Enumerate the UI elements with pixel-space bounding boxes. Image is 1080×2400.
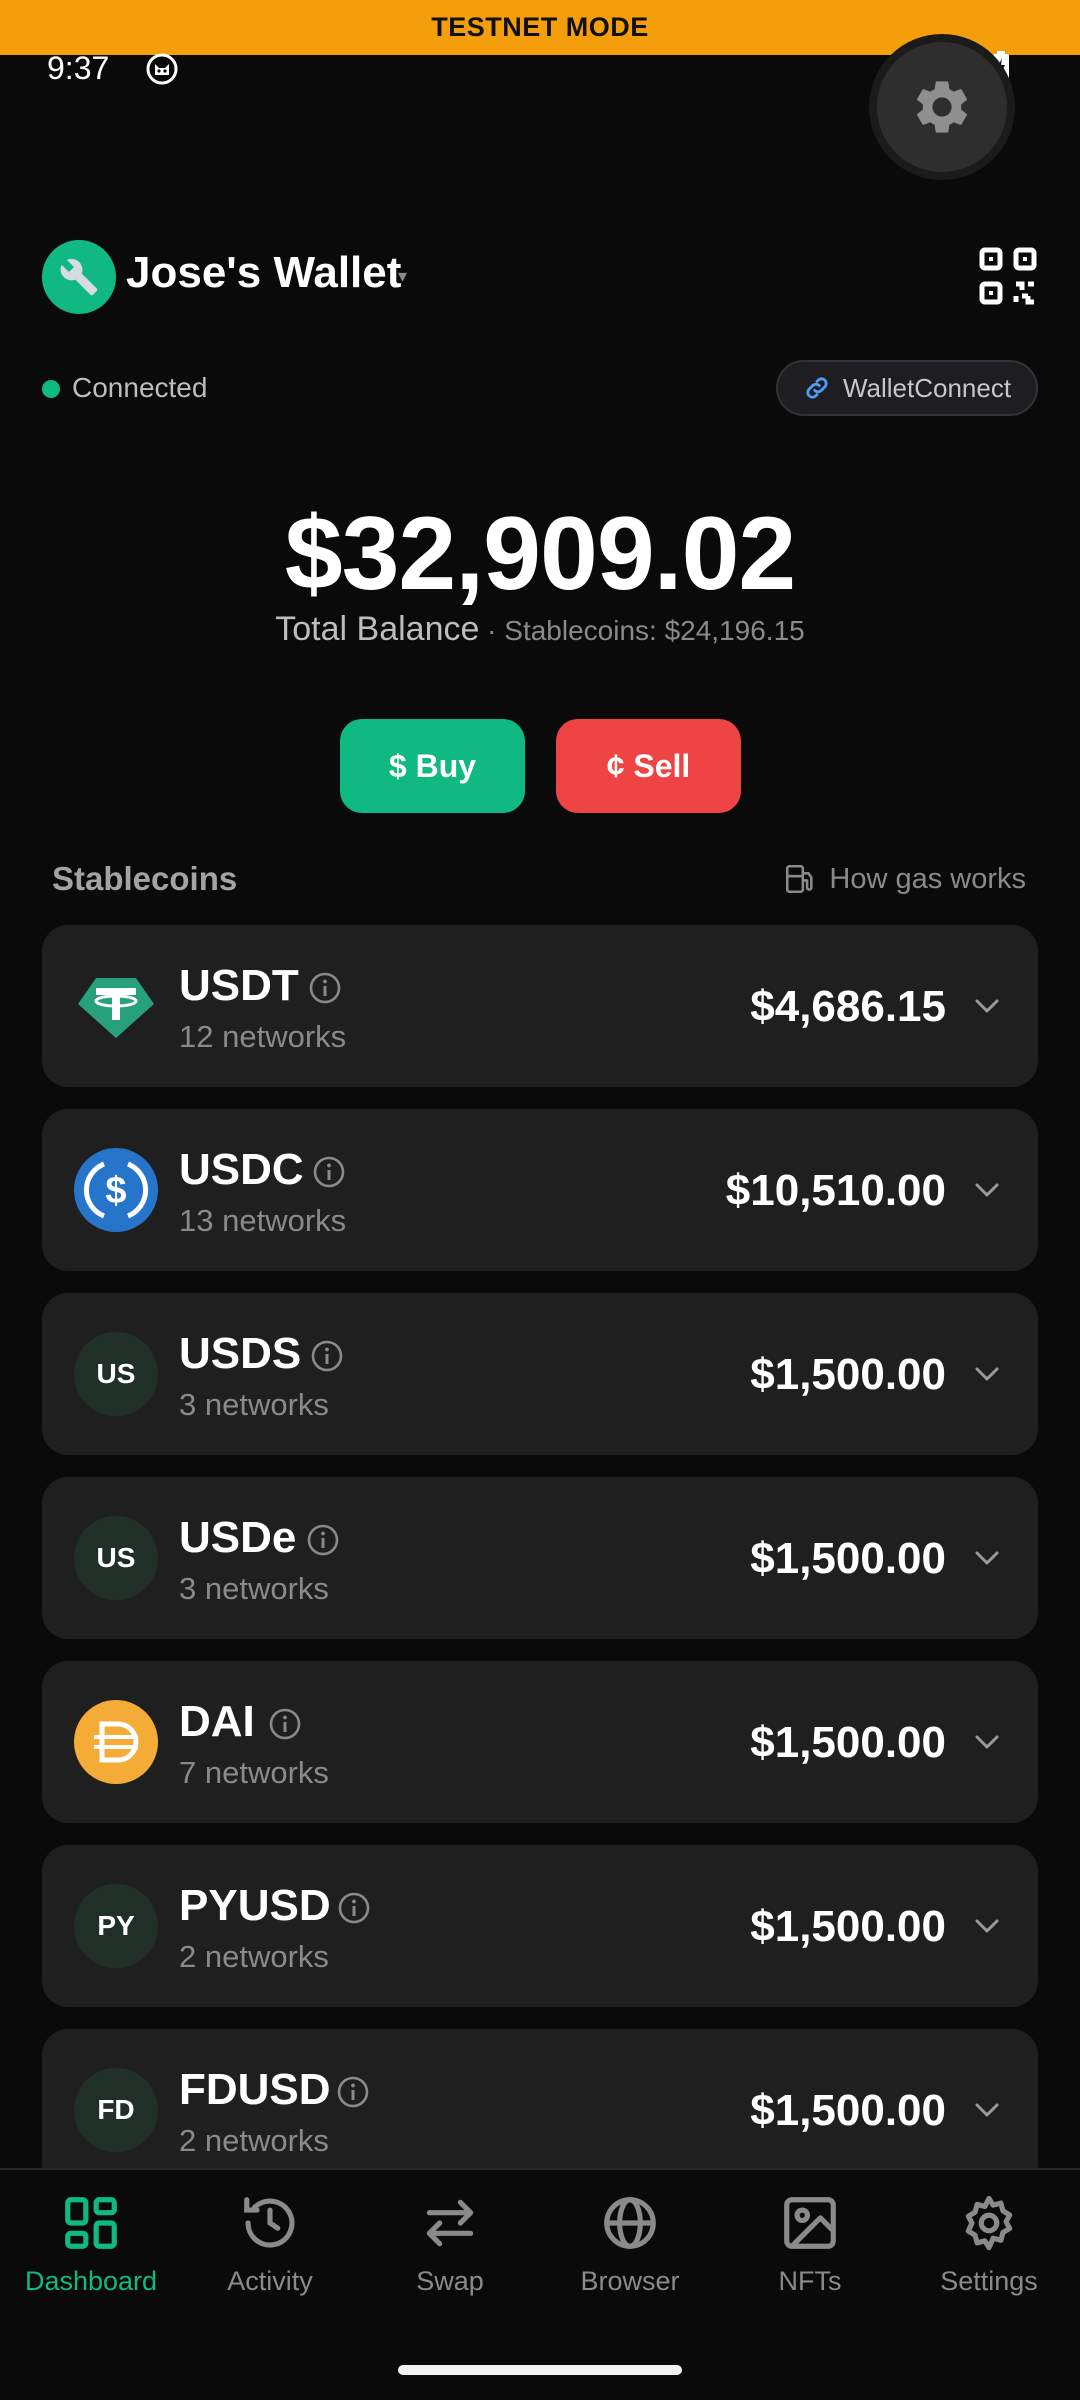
coin-card-usde[interactable]: US USDe 3 networks $1,500.00 [42,1477,1038,1639]
coin-initials-icon: US [74,1516,158,1600]
balance-subtitle: Total Balance · Stablecoins: $24,196.15 [0,610,1080,649]
tether-icon [74,964,158,1048]
bottom-tab-bar: Dashboard Activity Swap Browser NFTs Set… [0,2168,1080,2400]
coin-card-usdc[interactable]: $ USDC 13 networks $10,510.00 [42,1109,1038,1271]
chevron-down-icon[interactable] [972,1543,1002,1573]
how-gas-works-link[interactable]: How gas works [783,862,1026,896]
wallet-switcher-caret-icon[interactable]: ▾ [398,266,407,287]
info-icon[interactable] [308,971,342,1005]
chevron-down-icon[interactable] [972,1727,1002,1757]
coin-symbol: USDT [179,961,299,1010]
coin-value: $1,500.00 [750,1718,946,1767]
coin-network-count: 2 networks [179,2123,329,2158]
wrench-icon [60,258,98,296]
stablecoins-balance: · Stablecoins: $24,196.15 [479,615,805,646]
coin-network-count: 2 networks [179,1939,329,1974]
image-icon [784,2197,836,2249]
info-icon[interactable] [337,1891,371,1925]
coin-symbol: USDC [179,1145,304,1194]
coin-value: $1,500.00 [750,1350,946,1399]
coin-value: $1,500.00 [750,1902,946,1951]
coin-initials-icon: PY [74,1884,158,1968]
coin-card-pyusd[interactable]: PY PYUSD 2 networks $1,500.00 [42,1845,1038,2007]
sell-button[interactable]: ¢ Sell [556,719,741,813]
wallet-avatar[interactable] [42,240,116,314]
coin-value: $10,510.00 [725,1166,946,1215]
buy-button[interactable]: $ Buy [340,719,525,813]
walletconnect-button[interactable]: WalletConnect [776,360,1038,416]
globe-icon [604,2197,656,2249]
gas-pump-icon [786,864,813,894]
coin-network-count: 3 networks [179,1571,329,1606]
connected-status-dot [42,380,60,398]
dashboard-icon [65,2197,117,2249]
coin-symbol: USDS [179,1329,302,1378]
info-icon[interactable] [336,2075,370,2109]
swap-icon [426,2199,474,2247]
coin-symbol: PYUSD [179,1881,331,1930]
tab-label: Activity [227,2266,313,2296]
home-indicator[interactable] [398,2365,682,2375]
testnet-banner-text: TESTNET MODE [431,12,649,42]
tab-nfts[interactable]: NFTs [720,2192,900,2302]
stablecoins-section-title: Stablecoins [52,860,238,897]
coin-card-usds[interactable]: US USDS 3 networks $1,500.00 [42,1293,1038,1455]
info-icon[interactable] [268,1707,302,1741]
coin-value: $1,500.00 [750,1534,946,1583]
history-icon [244,2197,295,2248]
tab-label: NFTs [778,2266,842,2296]
coin-symbol: DAI [179,1697,255,1746]
info-icon[interactable] [306,1523,340,1557]
dai-icon [74,1700,158,1784]
coin-initials-icon: US [74,1332,158,1416]
tab-label: Browser [580,2266,680,2296]
cat-notification-icon [146,53,178,85]
coin-network-count: 7 networks [179,1755,329,1790]
svg-text:$: $ [105,1170,126,1212]
total-balance-label: Total Balance [275,610,480,648]
chevron-down-icon[interactable] [972,2095,1002,2125]
coin-initials-icon: FD [74,2068,158,2152]
coin-value: $4,686.15 [750,982,946,1031]
status-time: 9:37 [47,50,110,86]
total-balance-amount: $32,909.02 [284,496,797,612]
coin-value: $1,500.00 [750,2086,946,2135]
floating-settings-button[interactable] [877,42,1007,172]
walletconnect-label: WalletConnect [842,372,1012,403]
gear-icon [917,81,967,133]
info-icon[interactable] [312,1155,346,1189]
info-icon[interactable] [310,1339,344,1373]
tab-activity[interactable]: Activity [180,2192,360,2302]
chevron-down-icon[interactable] [972,1911,1002,1941]
qr-code-icon[interactable] [978,246,1038,306]
link-icon [806,377,828,399]
tab-dashboard[interactable]: Dashboard [1,2192,181,2302]
chevron-down-icon[interactable] [972,1359,1002,1389]
tab-settings[interactable]: Settings [899,2192,1079,2302]
chevron-down-icon[interactable] [972,1175,1002,1205]
tab-label: Settings [940,2266,1038,2296]
connection-row: Connected WalletConnect [42,360,1038,416]
coin-card-dai[interactable]: DAI 7 networks $1,500.00 [42,1661,1038,1823]
coin-card-usdt[interactable]: USDT 12 networks $4,686.15 [42,925,1038,1087]
coin-network-count: 3 networks [179,1387,329,1422]
usdc-icon: $ [74,1148,158,1232]
gear-icon [965,2195,1013,2251]
connection-status: Connected [72,372,208,403]
tab-label: Dashboard [24,2266,158,2296]
coin-symbol: USDe [179,1513,297,1562]
wallet-header: Jose's Wallet ▾ [42,240,1038,314]
coin-network-count: 12 networks [179,1019,347,1054]
tab-browser[interactable]: Browser [540,2192,720,2302]
tab-label: Swap [416,2266,484,2296]
wallet-name[interactable]: Jose's Wallet [126,248,401,298]
coin-symbol: FDUSD [179,2065,331,2114]
coin-network-count: 13 networks [179,1203,347,1238]
how-gas-works-label: How gas works [829,862,1026,895]
tab-swap[interactable]: Swap [360,2192,540,2302]
chevron-down-icon[interactable] [972,991,1002,1021]
coin-card-fdusd[interactable]: FD FDUSD 2 networks $1,500.00 [42,2029,1038,2191]
